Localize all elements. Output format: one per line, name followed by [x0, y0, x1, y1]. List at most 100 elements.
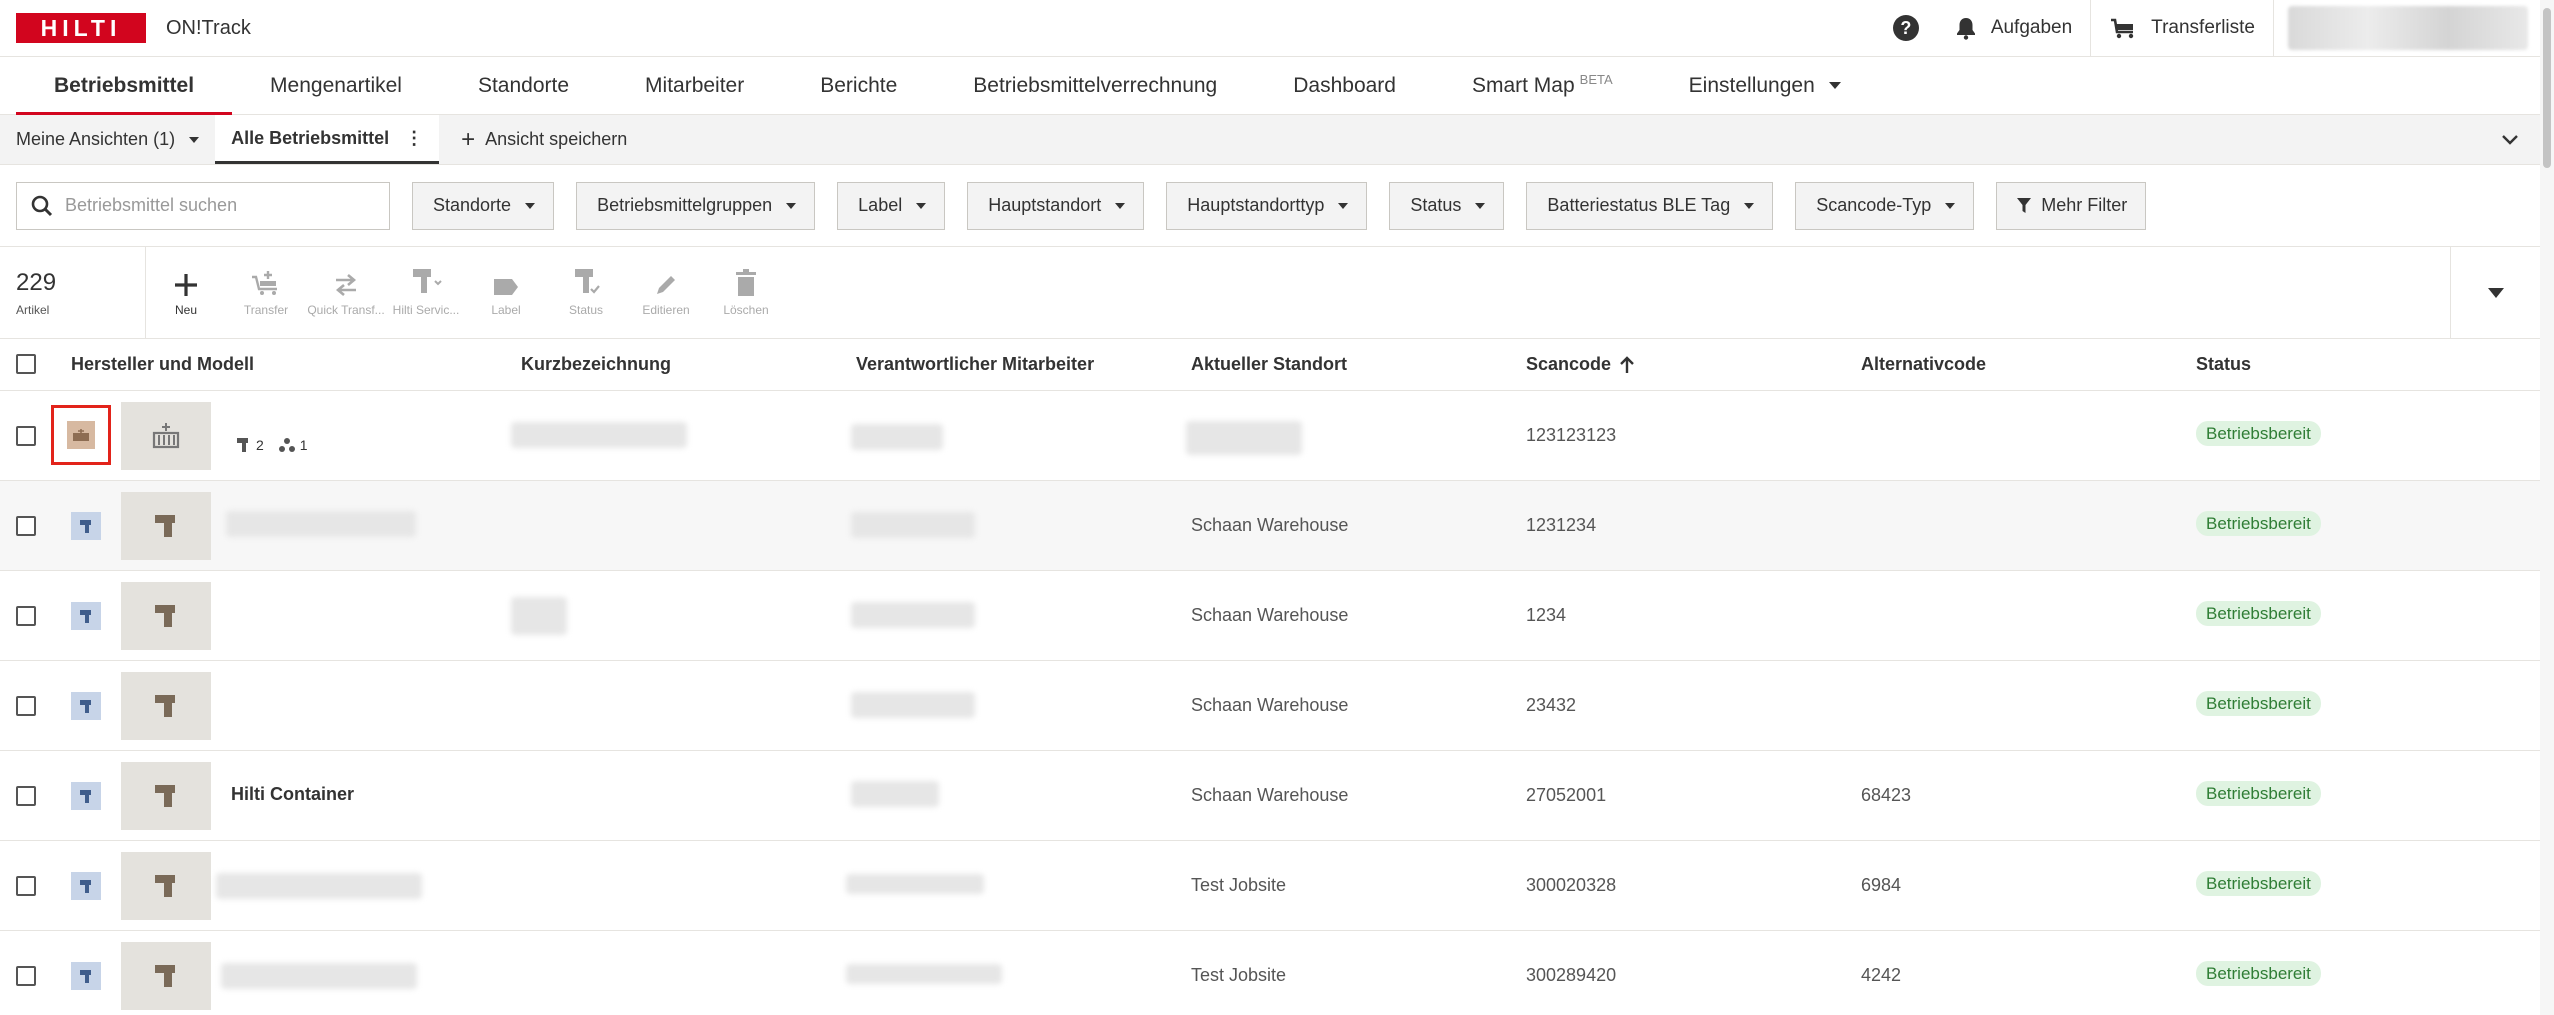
nav-mitarbeiter[interactable]: Mitarbeiter: [607, 57, 782, 114]
app-root: HILTI ON!Track ? Aufgaben Transferliste …: [0, 0, 2554, 1015]
nav-betriebsmittel[interactable]: Betriebsmittel: [16, 57, 233, 115]
responsible-blurred: [851, 602, 975, 628]
nav-smart-map[interactable]: Smart Map BETA: [1434, 57, 1651, 114]
chevron-down-icon: [1945, 202, 1956, 209]
filter-label: Hauptstandorttyp: [1187, 195, 1325, 215]
filter-betriebsmittelgruppen[interactable]: Betriebsmittelgruppen: [576, 181, 816, 230]
asset-thumbnail[interactable]: [121, 582, 211, 650]
more-filters-button[interactable]: Mehr Filter: [1996, 181, 2147, 230]
current-view-tab[interactable]: Alle Betriebsmittel ⋮: [215, 115, 440, 164]
help-button[interactable]: ?: [1875, 0, 1937, 56]
highlighted-type-icon[interactable]: [51, 405, 111, 465]
asset-thumbnail[interactable]: [121, 852, 211, 920]
asset-thumbnail[interactable]: [121, 672, 211, 740]
column-header-altcode[interactable]: Alternativcode: [1861, 354, 1986, 375]
nav-betriebsmittelverrechnung[interactable]: Betriebsmittelverrechnung: [935, 57, 1255, 114]
model-blurred: [221, 963, 417, 989]
tasks-button[interactable]: Aufgaben: [1937, 0, 2090, 56]
drill-icon: [155, 695, 175, 717]
row-checkbox[interactable]: [16, 516, 36, 536]
hilti-logo[interactable]: HILTI: [16, 13, 146, 43]
column-header-short-name[interactable]: Kurzbezeichnung: [521, 354, 671, 375]
filter-hauptstandort[interactable]: Hauptstandort: [967, 181, 1145, 230]
table-row[interactable]: Schaan Warehouse 1234 Betriebsbereit: [0, 571, 2540, 661]
nav-dashboard[interactable]: Dashboard: [1255, 57, 1434, 114]
app-title: ON!Track: [166, 16, 251, 39]
table-row[interactable]: Schaan Warehouse 1231234 Betriebsbereit: [0, 481, 2540, 571]
chevron-down-icon: [1744, 202, 1755, 209]
chevron-down-icon: [525, 202, 536, 209]
row-checkbox[interactable]: [16, 876, 36, 896]
table-row[interactable]: Hilti Container Schaan Warehouse 2705200…: [0, 751, 2540, 841]
table-row[interactable]: Test Jobsite 300289420 4242 Betriebsbere…: [0, 931, 2540, 1015]
nav-mengenartikel[interactable]: Mengenartikel: [232, 57, 440, 114]
filter-label-text: Label: [858, 195, 903, 215]
delete-button[interactable]: Löschen: [706, 247, 786, 338]
filter-batteriestatus[interactable]: Batteriestatus BLE Tag: [1526, 181, 1774, 230]
responsible-blurred: [851, 424, 943, 450]
transfer-list-button[interactable]: Transferliste: [2090, 0, 2273, 56]
quick-transfer-button[interactable]: Quick Transf...: [306, 247, 386, 338]
tool-type-icon: [71, 782, 101, 810]
table-row[interactable]: 2 1 123123123 Betriebsbereit: [0, 391, 2540, 481]
nav-berichte[interactable]: Berichte: [782, 57, 935, 114]
edit-button[interactable]: Editieren: [626, 247, 706, 338]
transfer-cart-icon: [252, 271, 277, 295]
chevron-down-icon: [1828, 82, 1841, 89]
save-view-button[interactable]: + Ansicht speichern: [439, 115, 643, 164]
row-checkbox[interactable]: [16, 426, 36, 446]
table-row[interactable]: Schaan Warehouse 23432 Betriebsbereit: [0, 661, 2540, 751]
nav-label: Smart Map: [1471, 73, 1575, 97]
responsible-blurred: [851, 692, 975, 718]
new-button[interactable]: Neu: [146, 247, 226, 338]
asset-thumbnail[interactable]: [121, 762, 211, 830]
nav-label: Betriebsmittel: [54, 73, 195, 97]
chevron-down-icon: [2502, 134, 2518, 145]
search-input[interactable]: Betriebsmittel suchen: [16, 181, 390, 230]
label-button[interactable]: Label: [466, 247, 546, 338]
column-header-scancode[interactable]: Scancode: [1526, 354, 1635, 375]
page-scrollbar[interactable]: [2540, 0, 2554, 1015]
column-header-location[interactable]: Aktueller Standort: [1191, 354, 1347, 375]
scrollbar-thumb[interactable]: [2543, 8, 2551, 168]
column-header-scancode-label: Scancode: [1526, 354, 1612, 374]
status-badge: Betriebsbereit: [2196, 871, 2321, 896]
user-menu[interactable]: [2273, 0, 2540, 56]
chevron-down-icon: [189, 136, 200, 143]
asset-thumbnail[interactable]: [121, 942, 211, 1010]
drill-icon: [80, 880, 91, 893]
filter-label: Batteriestatus BLE Tag: [1547, 195, 1731, 215]
caret-down-icon: [2487, 287, 2504, 298]
transfer-button[interactable]: Transfer: [226, 247, 306, 338]
model-name[interactable]: Hilti Container: [231, 784, 354, 805]
filter-scancode-typ[interactable]: Scancode-Typ: [1795, 181, 1975, 230]
row-checkbox[interactable]: [16, 696, 36, 716]
column-header-status[interactable]: Status: [2196, 354, 2251, 375]
row-checkbox[interactable]: [16, 966, 36, 986]
column-header-responsible[interactable]: Verantwortlicher Mitarbeiter: [856, 354, 1094, 375]
hilti-service-button[interactable]: Hilti Servic...: [386, 247, 466, 338]
row-checkbox[interactable]: [16, 606, 36, 626]
nav-einstellungen[interactable]: Einstellungen: [1651, 57, 1879, 114]
my-views-dropdown[interactable]: Meine Ansichten (1): [0, 115, 215, 164]
filter-status[interactable]: Status: [1389, 181, 1505, 230]
chevron-down-icon: [916, 202, 927, 209]
tool-type-icon: [71, 962, 101, 990]
status-button[interactable]: Status: [546, 247, 626, 338]
asset-thumbnail[interactable]: [121, 402, 211, 470]
filter-standorte[interactable]: Standorte: [412, 181, 555, 230]
filter-label[interactable]: Label: [837, 181, 946, 230]
column-header-model[interactable]: Hersteller und Modell: [71, 354, 254, 375]
search-icon: [31, 195, 53, 216]
select-all-checkbox[interactable]: [16, 354, 36, 374]
collapse-chevron-button[interactable]: [2502, 115, 2518, 164]
filter-hauptstandorttyp[interactable]: Hauptstandorttyp: [1166, 181, 1368, 230]
nav-standorte[interactable]: Standorte: [440, 57, 607, 114]
top-right-controls: ? Aufgaben Transferliste: [1875, 0, 2540, 56]
scancode: 300289420: [1526, 965, 1617, 985]
table-row[interactable]: Test Jobsite 300020328 6984 Betriebsbere…: [0, 841, 2540, 931]
kebab-menu-icon[interactable]: ⋮: [405, 128, 423, 149]
asset-thumbnail[interactable]: [121, 492, 211, 560]
row-checkbox[interactable]: [16, 786, 36, 806]
actions-expand-button[interactable]: [2450, 247, 2540, 338]
